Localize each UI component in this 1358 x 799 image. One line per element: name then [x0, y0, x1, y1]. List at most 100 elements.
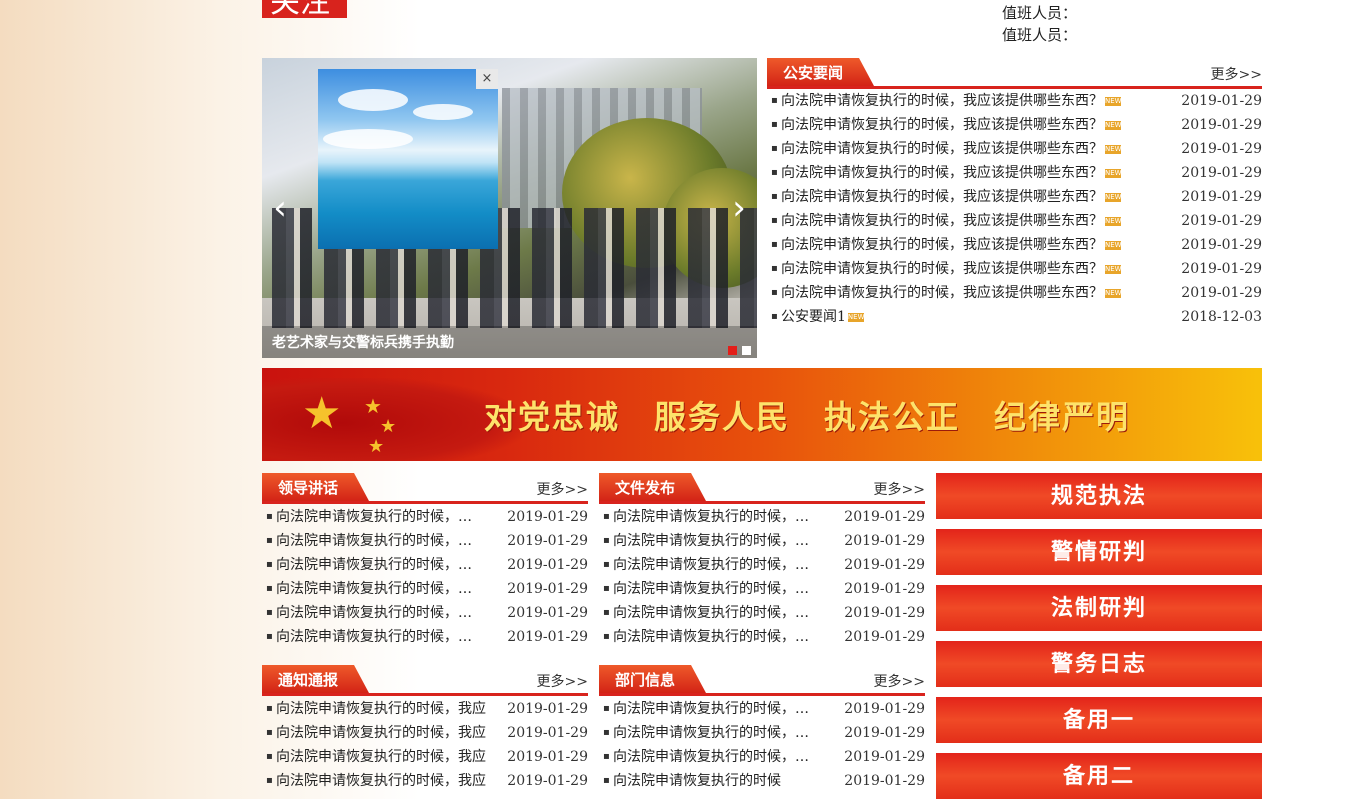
list-item-title[interactable]: 向法院申请恢复执行的时候，… [276, 577, 472, 601]
list-item-title[interactable]: 向法院申请恢复执行的时候，我应该提供哪些东西？ NEW [781, 233, 1121, 257]
star-icon: ★ [302, 388, 342, 439]
list-item-title[interactable]: 向法院申请恢复执行的时候，我应 [276, 769, 486, 793]
list-item[interactable]: ▪ 向法院申请恢复执行的时候，我应该提供哪些东西？ NEW 2019-01-29 [767, 137, 1262, 161]
bullet-icon: ▪ [603, 727, 610, 738]
docs-more-link[interactable]: 更多>> [874, 479, 925, 499]
list-item-title[interactable]: 向法院申请恢复执行的时候，我应该提供哪些东西？ NEW [781, 209, 1121, 233]
notice-more-link[interactable]: 更多>> [537, 671, 588, 691]
list-item[interactable]: ▪ 向法院申请恢复执行的时候，… 2019-01-29 [599, 601, 925, 625]
list-item-title[interactable]: 向法院申请恢复执行的时候，我应 [276, 697, 486, 721]
list-item-title[interactable]: 向法院申请恢复执行的时候，… [613, 505, 809, 529]
bullet-icon: ▪ [603, 559, 610, 570]
list-item-title[interactable]: 向法院申请恢复执行的时候，… [276, 601, 472, 625]
slider-dots [728, 343, 756, 358]
list-item-title[interactable]: 向法院申请恢复执行的时候 [613, 769, 781, 793]
list-item[interactable]: ▪ 向法院申请恢复执行的时候，我应 2019-01-29 [262, 721, 588, 745]
notice-section-header: 通知通报 更多>> [262, 665, 588, 696]
site-logo[interactable]: 关注 [262, 0, 347, 18]
list-item[interactable]: ▪ 向法院申请恢复执行的时候，… 2019-01-29 [262, 553, 588, 577]
nav-button-spare-two[interactable]: 备用二 [936, 753, 1262, 799]
list-item-title[interactable]: 向法院申请恢复执行的时候，我应该提供哪些东西？ NEW [781, 161, 1121, 185]
nav-button-legal-analysis[interactable]: 法制研判 [936, 585, 1262, 631]
list-item-title[interactable]: 向法院申请恢复执行的时候，我应该提供哪些东西？ NEW [781, 257, 1121, 281]
list-item-text: 向法院申请恢复执行的时候，… [613, 557, 809, 573]
news-section-title: 公安要闻 [783, 64, 844, 82]
list-item-title[interactable]: 向法院申请恢复执行的时候，我应该提供哪些东西？ NEW [781, 113, 1121, 137]
popup-close-button[interactable]: × [476, 69, 498, 89]
nav-button-police-log[interactable]: 警务日志 [936, 641, 1262, 687]
list-item[interactable]: ▪ 向法院申请恢复执行的时候，我应该提供哪些东西？ NEW 2019-01-29 [767, 233, 1262, 257]
list-item-date: 2019-01-29 [844, 581, 925, 597]
list-item[interactable]: ▪ 向法院申请恢复执行的时候，我应该提供哪些东西？ NEW 2019-01-29 [767, 185, 1262, 209]
list-item-title[interactable]: 向法院申请恢复执行的时候，… [613, 721, 809, 745]
bullet-icon: ▪ [771, 95, 778, 106]
list-item[interactable]: ▪ 向法院申请恢复执行的时候，… 2019-01-29 [599, 697, 925, 721]
list-item-title[interactable]: 向法院申请恢复执行的时候，… [613, 577, 809, 601]
leader-section-tab: 领导讲话 [262, 473, 369, 501]
list-item-title[interactable]: 向法院申请恢复执行的时候，… [276, 625, 472, 649]
floating-popup-ad[interactable]: × [318, 69, 498, 249]
list-item-date: 2019-01-29 [507, 749, 588, 765]
list-item-title[interactable]: 向法院申请恢复执行的时候，我应该提供哪些东西？ NEW [781, 89, 1121, 113]
list-item-date: 2019-01-29 [1181, 261, 1262, 277]
slider-dot-1[interactable] [728, 346, 737, 355]
dept-section-header: 部门信息 更多>> [599, 665, 925, 696]
bullet-icon: ▪ [266, 775, 273, 786]
list-item[interactable]: ▪ 向法院申请恢复执行的时候，我应该提供哪些东西？ NEW 2019-01-29 [767, 113, 1262, 137]
list-item[interactable]: ▪ 向法院申请恢复执行的时候，… 2019-01-29 [262, 625, 588, 649]
list-item[interactable]: ▪ 向法院申请恢复执行的时候，我应该提供哪些东西？ NEW 2019-01-29 [767, 257, 1262, 281]
list-item[interactable]: ▪ 向法院申请恢复执行的时候，… 2019-01-29 [599, 505, 925, 529]
list-item-title[interactable]: 向法院申请恢复执行的时候，我应该提供哪些东西？ NEW [781, 185, 1121, 209]
list-item-title[interactable]: 向法院申请恢复执行的时候，我应 [276, 745, 486, 769]
list-item-title[interactable]: 向法院申请恢复执行的时候，… [276, 529, 472, 553]
list-item-title[interactable]: 向法院申请恢复执行的时候，… [613, 745, 809, 769]
bullet-icon: ▪ [266, 583, 273, 594]
list-item[interactable]: ▪ 向法院申请恢复执行的时候，… 2019-01-29 [262, 601, 588, 625]
list-item-title[interactable]: 向法院申请恢复执行的时候，… [276, 505, 472, 529]
list-item[interactable]: ▪ 向法院申请恢复执行的时候，… 2019-01-29 [599, 553, 925, 577]
list-item[interactable]: ▪ 向法院申请恢复执行的时候，我应该提供哪些东西？ NEW 2019-01-29 [767, 89, 1262, 113]
list-item[interactable]: ▪ 向法院申请恢复执行的时候，我应 2019-01-29 [262, 697, 588, 721]
bullet-icon: ▪ [603, 583, 610, 594]
list-item-title[interactable]: 向法院申请恢复执行的时候，… [613, 553, 809, 577]
dept-more-link[interactable]: 更多>> [874, 671, 925, 691]
nav-button-situation-analysis[interactable]: 警情研判 [936, 529, 1262, 575]
bullet-icon: ▪ [266, 511, 273, 522]
star-icon: ★ [368, 436, 385, 457]
list-item[interactable]: ▪ 向法院申请恢复执行的时候 2019-01-29 [599, 769, 925, 793]
list-item-title[interactable]: 向法院申请恢复执行的时候，我应该提供哪些东西？ NEW [781, 137, 1121, 161]
nav-button-law-enforcement[interactable]: 规范执法 [936, 473, 1262, 519]
new-badge-icon: NEW [1105, 168, 1121, 178]
list-item-title[interactable]: 向法院申请恢复执行的时候，… [613, 601, 809, 625]
list-item[interactable]: ▪ 向法院申请恢复执行的时候，我应 2019-01-29 [262, 769, 588, 793]
list-item[interactable]: ▪ 向法院申请恢复执行的时候，我应该提供哪些东西？ NEW 2019-01-29 [767, 209, 1262, 233]
slider-prev-button[interactable]: ‹ [268, 191, 292, 227]
slide-caption[interactable]: 老艺术家与交警标兵携手执勤 [272, 332, 454, 352]
news-more-link[interactable]: 更多>> [1211, 64, 1262, 84]
list-item[interactable]: ▪ 向法院申请恢复执行的时候，… 2019-01-29 [599, 721, 925, 745]
list-item[interactable]: ▪ 向法院申请恢复执行的时候，… 2019-01-29 [262, 529, 588, 553]
list-item-title[interactable]: 公安要闻1 NEW [781, 305, 864, 329]
new-badge-icon: NEW [1105, 264, 1121, 274]
list-item-title[interactable]: 向法院申请恢复执行的时候，… [613, 625, 809, 649]
list-item-title[interactable]: 向法院申请恢复执行的时候，… [276, 553, 472, 577]
slider-next-button[interactable]: › [727, 191, 751, 227]
duty-line-1: 值班人员： [1002, 4, 1078, 22]
nav-button-spare-one[interactable]: 备用一 [936, 697, 1262, 743]
list-item[interactable]: ▪ 向法院申请恢复执行的时候，… 2019-01-29 [599, 577, 925, 601]
leader-more-link[interactable]: 更多>> [537, 479, 588, 499]
list-item[interactable]: ▪ 向法院申请恢复执行的时候，我应 2019-01-29 [262, 745, 588, 769]
list-item-title[interactable]: 向法院申请恢复执行的时候，… [613, 697, 809, 721]
slider-dot-2[interactable] [742, 346, 751, 355]
list-item[interactable]: ▪ 向法院申请恢复执行的时候，… 2019-01-29 [262, 577, 588, 601]
list-item[interactable]: ▪ 向法院申请恢复执行的时候，我应该提供哪些东西？ NEW 2019-01-29 [767, 161, 1262, 185]
list-item[interactable]: ▪ 向法院申请恢复执行的时候，… 2019-01-29 [599, 745, 925, 769]
list-item-title[interactable]: 向法院申请恢复执行的时候，… [613, 529, 809, 553]
list-item[interactable]: ▪ 向法院申请恢复执行的时候，… 2019-01-29 [599, 625, 925, 649]
list-item[interactable]: ▪ 向法院申请恢复执行的时候，… 2019-01-29 [599, 529, 925, 553]
list-item-title[interactable]: 向法院申请恢复执行的时候，我应 [276, 721, 486, 745]
list-item[interactable]: ▪ 向法院申请恢复执行的时候，我应该提供哪些东西？ NEW 2019-01-29 [767, 281, 1262, 305]
list-item-title[interactable]: 向法院申请恢复执行的时候，我应该提供哪些东西？ NEW [781, 281, 1121, 305]
list-item[interactable]: ▪ 向法院申请恢复执行的时候，… 2019-01-29 [262, 505, 588, 529]
list-item[interactable]: ▪ 公安要闻1 NEW 2018-12-03 [767, 305, 1262, 329]
